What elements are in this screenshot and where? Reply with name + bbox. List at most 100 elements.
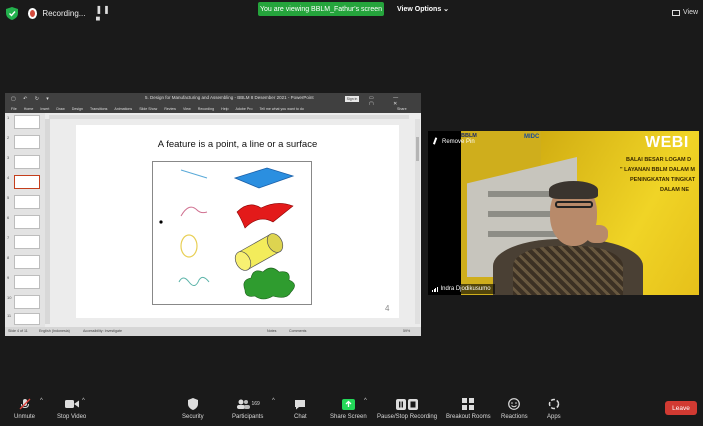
audio-options-caret[interactable]: ^ <box>40 398 43 404</box>
breakout-rooms-label: Breakout Rooms <box>446 414 491 420</box>
curve-feature <box>180 206 208 217</box>
view-button[interactable]: View <box>672 9 698 16</box>
participants-button[interactable]: 169 Participants <box>232 398 263 420</box>
banner-line: PENINGKATAN TINGKAT <box>630 177 696 183</box>
chat-label: Chat <box>294 414 307 420</box>
ppt-tab: View <box>182 107 191 111</box>
ppt-status-accessibility: Accessibility: Investigate <box>83 328 122 333</box>
slide-thumbnail <box>14 295 40 309</box>
ppt-tab: Insert <box>40 107 50 111</box>
security-button[interactable]: Security <box>182 398 204 420</box>
ppt-status-slide: Slide 4 of 11 <box>8 328 28 333</box>
breakout-rooms-button[interactable]: Breakout Rooms <box>446 398 491 420</box>
ppt-tab: Recording <box>197 107 215 111</box>
ppt-status-zoom: 59% <box>403 328 411 333</box>
slide-thumbnail <box>14 135 40 149</box>
ppt-tell-me: Tell me what you want to do <box>259 107 304 111</box>
point-feature <box>159 220 163 224</box>
line-feature <box>180 169 208 179</box>
chat-bubble-icon <box>294 398 306 410</box>
reactions-smiley-icon <box>508 398 521 410</box>
apps-icon <box>548 398 560 410</box>
recording-label: Recording... <box>42 9 86 18</box>
chat-button[interactable]: Chat <box>294 398 307 420</box>
ppt-tab: Review <box>164 107 176 111</box>
top-bar: Recording... ❚❚ ■ You are viewing BBLM_F… <box>0 0 703 26</box>
view-label: View <box>683 9 699 16</box>
freeform-surface-feature <box>243 267 295 300</box>
share-screen-label: Share Screen <box>330 414 367 420</box>
thumb-number: 2 <box>7 135 10 140</box>
signal-strength-icon <box>432 286 438 292</box>
thumb-number: 7 <box>7 235 10 240</box>
pause-stop-recording-button[interactable]: Pause/Stop Recording <box>377 398 437 420</box>
banner-line: BALAI BESAR LOGAM D <box>626 157 692 163</box>
reactions-label: Reactions <box>501 414 528 420</box>
thumb-number: 3 <box>7 155 10 160</box>
zoom-meeting-window: Recording... ❚❚ ■ You are viewing BBLM_F… <box>0 0 703 426</box>
ppt-tab: Help <box>221 107 229 111</box>
stop-video-label: Stop Video <box>57 414 87 420</box>
ppt-tab: Transitions <box>89 107 108 111</box>
share-screen-button[interactable]: Share Screen <box>330 398 367 420</box>
ppt-tab: Adobe Pro <box>235 107 253 111</box>
ppt-status-bar: Slide 4 of 11 English (Indonesia) Access… <box>5 327 421 336</box>
participant-name-tag: Indra Djodikusumo <box>428 284 495 294</box>
pause-stop-recording-label: Pause/Stop Recording <box>377 414 438 420</box>
recording-controls[interactable]: ❚❚ ■ <box>95 5 114 23</box>
recording-indicator[interactable]: Recording... ❚❚ ■ <box>24 5 114 23</box>
ppt-status-comments: Comments <box>289 328 307 333</box>
thumb-number: 10 <box>7 295 12 300</box>
building-window <box>488 211 558 217</box>
pin-icon <box>432 137 441 146</box>
ppt-vertical-ruler <box>45 119 50 324</box>
ppt-tab: Draw <box>56 107 65 111</box>
surface-feature-blue <box>233 167 295 189</box>
banner-title: WEBI <box>645 134 689 151</box>
thumb-number: 5 <box>7 195 10 200</box>
breakout-rooms-icon <box>462 398 475 410</box>
ppt-horizontal-ruler <box>49 115 409 119</box>
slide-thumbnail <box>14 313 40 325</box>
ppt-doc-title: 5. Design for Manufacturing and Assembli… <box>145 95 314 100</box>
building-window <box>488 191 558 197</box>
apps-label: Apps <box>547 414 561 420</box>
participants-caret[interactable]: ^ <box>272 398 275 404</box>
leave-button[interactable]: Leave <box>665 401 697 415</box>
view-options-button[interactable]: View Options ⌄ <box>397 5 449 13</box>
participant-glasses <box>555 201 593 208</box>
security-label: Security <box>182 414 204 420</box>
ppt-tab: Design <box>71 107 83 111</box>
reactions-button[interactable]: Reactions <box>501 398 528 420</box>
slide-thumbnail <box>14 195 40 209</box>
recording-dot-icon <box>28 8 38 19</box>
share-options-caret[interactable]: ^ <box>364 398 367 404</box>
participants-label: Participants <box>232 414 264 420</box>
video-options-caret[interactable]: ^ <box>82 398 85 404</box>
ppt-tab: Slide Show <box>139 107 158 111</box>
meeting-toolbar: Unmute ^ Stop Video ^ Security 169 Parti… <box>0 392 703 426</box>
muted-microphone-icon <box>19 398 31 410</box>
participant-hair <box>549 181 598 199</box>
ppt-quick-access: ▢ ↶ ↻ ▾ <box>11 96 52 102</box>
participant-name: Indra Djodikusumo <box>440 286 491 292</box>
participant-hand <box>586 225 608 243</box>
slide-thumbnail <box>14 255 40 269</box>
unmute-button[interactable]: Unmute <box>14 398 35 420</box>
thumb-number: 11 <box>7 313 12 318</box>
thumb-number: 4 <box>7 175 10 180</box>
ppt-scroll-thumb <box>416 137 419 161</box>
remove-pin-button[interactable]: Remove Pin <box>432 137 475 146</box>
ppt-status-notes: Notes <box>267 328 277 333</box>
pinned-video-tile[interactable]: BBLM MIDC WEBI BALAI BESAR LOGAM D " LAY… <box>428 131 699 295</box>
slide-page-number: 4 <box>385 304 390 313</box>
slide-title: A feature is a point, a line or a surfac… <box>157 139 318 150</box>
ppt-current-slide: A feature is a point, a line or a surfac… <box>76 125 399 318</box>
slide-thumbnail <box>14 235 40 249</box>
apps-button[interactable]: Apps <box>547 398 561 420</box>
pause-stop-recording-icon <box>396 398 419 410</box>
wave-feature <box>178 276 210 286</box>
thumb-number: 6 <box>7 215 10 220</box>
slide-thumbnail <box>14 155 40 169</box>
banner-line: DALAM NE <box>660 187 690 193</box>
